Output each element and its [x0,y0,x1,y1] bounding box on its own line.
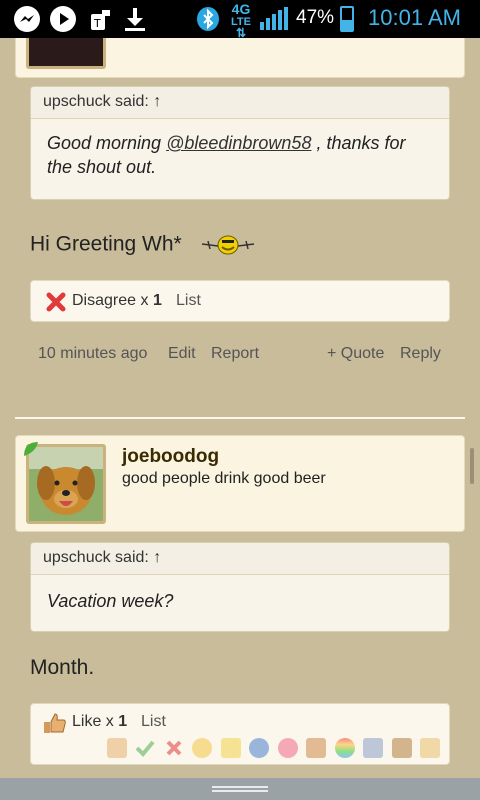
smiley-emoticon-icon [200,232,256,258]
quote-text-prefix: Good morning [47,133,167,153]
reaction-type: Like x [72,713,114,730]
grip-line [212,790,268,792]
scrollbar[interactable] [470,448,474,484]
reactions-summary: Like x 1 List [30,703,450,765]
battery-percent: 47% [296,7,335,28]
reactions-summary: Disagree x 1 List [30,280,450,322]
messenger-icon [14,6,40,32]
post-timestamp[interactable]: 10 minutes ago [38,345,147,363]
react-agree-icon[interactable] [135,738,155,758]
avatar[interactable] [26,38,106,69]
quote-button[interactable]: + Quote [327,345,384,363]
bluetooth-icon [195,6,221,32]
status-bar: T 4G LTE ⇅ 47% 10:01 AM [0,0,480,40]
quote-author: upschuck said: [43,549,149,566]
post-message: Month. [30,656,95,679]
bottom-drawer-handle[interactable] [0,778,480,800]
react-informative-icon[interactable] [249,738,270,758]
react-winner-icon[interactable] [220,738,241,758]
quote-header: upschuck said: ↑ [31,543,449,575]
user-title: good people drink good beer [122,470,326,487]
post-divider [15,417,465,419]
jump-to-quote-link[interactable]: ↑ [153,549,161,566]
react-funny-icon[interactable] [192,738,213,758]
react-love-icon[interactable] [277,738,298,758]
quote-text: Good morning @bleedinbrown58 , thanks fo… [31,119,449,191]
reaction-type: Disagree x [72,292,149,309]
reaction-list-link[interactable]: List [176,292,201,310]
reply-button[interactable]: Reply [400,345,441,363]
post-message-text: Hi Greeting Wh* [30,232,182,256]
battery-level [342,19,352,30]
reaction-count: 1 [118,713,128,730]
play-icon [50,6,76,32]
post-message: Hi Greeting Wh* [30,232,256,258]
reaction-label: Disagree x 1 [72,292,162,310]
reaction-picker [107,738,444,758]
signal-icon [258,6,290,32]
disagree-icon [45,291,67,313]
quote-header: upschuck said: ↑ [31,87,449,119]
reaction-label: Like x 1 [72,713,127,731]
clock: 10:01 AM [368,5,461,30]
react-box-icon[interactable] [391,738,412,758]
svg-text:T: T [93,17,101,30]
react-rainbow-icon[interactable] [334,738,355,758]
react-disagree-icon[interactable] [164,738,184,758]
network-badge: 4G LTE ⇅ [228,1,254,40]
reaction-count: 1 [152,292,162,309]
post-header-card: joeboodog good people drink good beer [15,435,465,532]
react-like-icon[interactable] [107,738,127,758]
avatar[interactable] [26,444,106,524]
quote-author: upschuck said: [43,93,149,110]
user-mention-link[interactable]: @bleedinbrown58 [166,133,311,153]
quote-text: Vacation week? [47,591,174,611]
network-type-label: 4G LTE ⇅ [231,1,251,40]
moderator-badge-icon [24,442,38,456]
username[interactable]: joeboodog [122,446,219,468]
report-button[interactable]: Report [211,345,259,363]
react-useful-icon[interactable] [306,738,327,758]
react-beer-icon[interactable] [419,738,440,758]
quote-block: upschuck said: ↑ Vacation week? [30,542,450,632]
edit-button[interactable]: Edit [168,345,196,363]
download-icon [122,6,148,32]
post-header-card-previous [15,38,465,78]
thread-content[interactable]: upschuck said: ↑ Good morning @bleedinbr… [0,38,480,778]
jump-to-quote-link[interactable]: ↑ [153,93,161,110]
reaction-list-link[interactable]: List [141,713,166,731]
quote-block: upschuck said: ↑ Good morning @bleedinbr… [30,86,450,200]
tool-icon: T [88,6,114,32]
react-creative-icon[interactable] [363,738,384,758]
dog-avatar-image [29,447,103,521]
battery-icon [340,6,354,32]
like-icon [43,712,67,734]
grip-line [212,786,268,788]
